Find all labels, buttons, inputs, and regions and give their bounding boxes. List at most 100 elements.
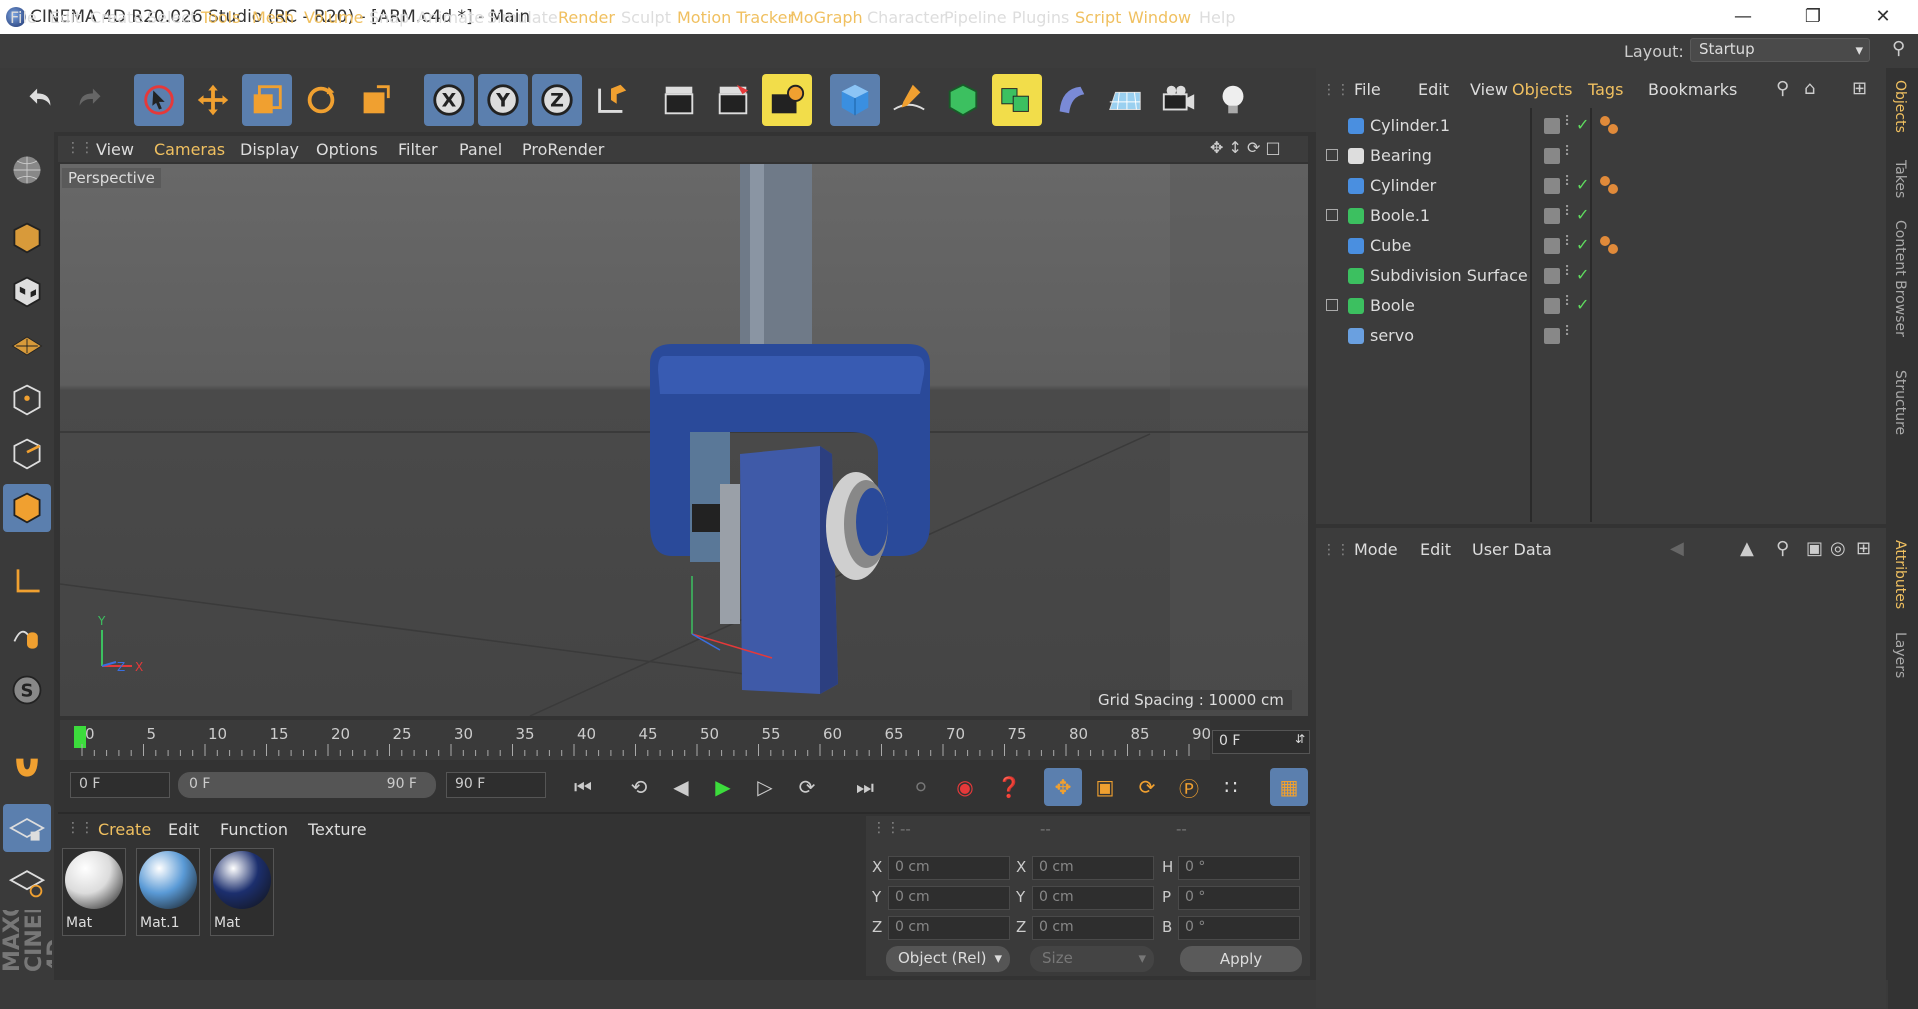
lock-workplane-button[interactable]	[3, 804, 51, 852]
enabled-check-icon[interactable]: ✓	[1576, 175, 1589, 194]
previous-frame-button[interactable]: ◀	[662, 768, 700, 806]
texture-mode-button[interactable]	[3, 268, 51, 316]
next-key-button[interactable]: ⟳	[788, 768, 826, 806]
material-swatch[interactable]: Mat	[210, 848, 274, 936]
floor-button[interactable]	[1100, 74, 1150, 126]
viewport-menu-display[interactable]: Display	[240, 140, 299, 159]
attr-search-icon[interactable]: ⚲	[1776, 538, 1789, 559]
layer-flag-icon[interactable]	[1544, 178, 1560, 194]
object-menu-tags[interactable]: Tags	[1588, 80, 1623, 99]
object-menu-view[interactable]: View	[1470, 80, 1508, 99]
enabled-check-icon[interactable]: ✓	[1576, 235, 1589, 254]
cube-primitive-button[interactable]	[830, 74, 880, 126]
layer-flag-icon[interactable]	[1544, 118, 1560, 134]
material-menu-create[interactable]: Create	[98, 820, 151, 839]
scale-tool-button[interactable]	[242, 74, 292, 126]
lock-icon[interactable]: ▣	[1806, 538, 1823, 559]
edges-mode-button[interactable]	[3, 430, 51, 478]
layer-flag-icon[interactable]	[1544, 148, 1560, 164]
polygons-mode-button[interactable]	[3, 484, 51, 532]
coord-value-field[interactable]: 0 cm	[1032, 856, 1154, 880]
right-tab-content-browser[interactable]: Content Browser	[1892, 220, 1908, 337]
expand-plus-icon[interactable]	[1326, 209, 1338, 221]
object-row-boole[interactable]: Boole	[1322, 292, 1534, 320]
enabled-check-icon[interactable]: ✓	[1576, 205, 1589, 224]
coord-value-field[interactable]: 0 cm	[888, 916, 1010, 940]
planar-workplane-button[interactable]	[3, 858, 51, 906]
snap-button[interactable]	[3, 740, 51, 788]
layer-flag-icon[interactable]	[1544, 328, 1560, 344]
undo-button[interactable]	[14, 74, 64, 126]
visibility-dots-icon[interactable]: ⠇	[1564, 114, 1574, 130]
object-row-servo[interactable]: servo	[1322, 322, 1534, 350]
right-tab-objects[interactable]: Objects	[1892, 80, 1908, 133]
attribute-menu-edit[interactable]: Edit	[1420, 540, 1451, 559]
light-button[interactable]	[1208, 74, 1258, 126]
layer-flag-icon[interactable]	[1544, 238, 1560, 254]
cursor-up-icon[interactable]: ▲	[1740, 538, 1754, 559]
viewport-menu-cameras[interactable]: Cameras	[154, 140, 225, 159]
object-row-bearing[interactable]: Bearing	[1322, 142, 1534, 170]
enabled-check-icon[interactable]: ✓	[1576, 295, 1589, 314]
visibility-dots-icon[interactable]: ⠇	[1564, 294, 1574, 310]
visibility-dots-icon[interactable]: ⠇	[1564, 144, 1574, 160]
make-editable-button[interactable]	[3, 146, 51, 194]
apply-button[interactable]: Apply	[1180, 946, 1302, 972]
object-row-cube[interactable]: Cube	[1322, 232, 1534, 260]
camera-button[interactable]	[1154, 74, 1204, 126]
visibility-dots-icon[interactable]: ⠇	[1564, 204, 1574, 220]
viewport-menu-filter[interactable]: Filter	[398, 140, 438, 159]
subdivision-surface-button[interactable]	[938, 74, 988, 126]
z-axis-lock-button[interactable]: Z	[532, 74, 582, 126]
material-tag-icon[interactable]	[1608, 244, 1618, 254]
menu-pipeline[interactable]: Pipeline	[944, 8, 1007, 27]
right-tab-takes[interactable]: Takes	[1892, 160, 1908, 198]
visibility-dots-icon[interactable]: ⠇	[1564, 324, 1574, 340]
timeline-ruler[interactable]	[60, 720, 1210, 760]
viewport-menu-view[interactable]: View	[96, 140, 134, 159]
coord-value-field[interactable]: 0 °	[1178, 856, 1300, 880]
end-frame-field[interactable]: 90 F	[446, 772, 546, 798]
search-icon[interactable]: ⚲	[1892, 38, 1905, 59]
go-to-end-button[interactable]: ⏭	[846, 768, 884, 806]
points-mode-button[interactable]	[3, 376, 51, 424]
model-mode-button[interactable]	[3, 214, 51, 262]
render-picture-viewer-button[interactable]	[708, 74, 758, 126]
coordinate-system-button[interactable]	[586, 74, 636, 126]
close-button[interactable]: ✕	[1860, 0, 1906, 34]
viewport-nav-icons[interactable]: ✥ ↕ ⟳ □	[1210, 138, 1281, 157]
expand-plus-icon[interactable]	[1326, 299, 1338, 311]
menu-mograph[interactable]: MoGraph	[790, 8, 863, 27]
array-generator-button[interactable]	[992, 74, 1042, 126]
next-frame-button[interactable]: ▷	[746, 768, 784, 806]
keyframe-selection-button[interactable]: ❓	[990, 768, 1028, 806]
material-swatch[interactable]: Mat.1	[136, 848, 200, 936]
enabled-check-icon[interactable]: ✓	[1576, 265, 1589, 284]
coordinate-mode-dropdown[interactable]: Object (Rel) ▾	[886, 946, 1010, 972]
layer-flag-icon[interactable]	[1544, 208, 1560, 224]
move-tool-button[interactable]	[188, 74, 238, 126]
back-icon[interactable]: ◀	[1670, 538, 1684, 559]
layer-flag-icon[interactable]	[1544, 268, 1560, 284]
expand-plus-icon[interactable]	[1326, 149, 1338, 161]
object-menu-edit[interactable]: Edit	[1418, 80, 1449, 99]
new-attr-window-icon[interactable]: ⊞	[1856, 538, 1871, 559]
viewport-menu-panel[interactable]: Panel	[459, 140, 502, 159]
current-frame-field[interactable]: 0 F ⇵	[1212, 730, 1310, 754]
object-row-boole-1[interactable]: Boole.1	[1322, 202, 1534, 230]
y-axis-lock-button[interactable]: Y	[478, 74, 528, 126]
menu-select[interactable]: Select	[147, 8, 196, 27]
object-search-icon[interactable]: ⚲	[1776, 78, 1789, 99]
visibility-dots-icon[interactable]: ⠇	[1564, 264, 1574, 280]
record-rotation-button[interactable]: ⟳	[1128, 768, 1166, 806]
previous-key-button[interactable]: ⟲	[620, 768, 658, 806]
tweak-mode-button[interactable]	[3, 612, 51, 660]
material-menu-function[interactable]: Function	[220, 820, 288, 839]
coord-value-field[interactable]: 0 °	[1178, 886, 1300, 910]
select-tool-button[interactable]	[134, 74, 184, 126]
menu-edit[interactable]: Edit	[50, 8, 81, 27]
autokeying-button[interactable]: ◉	[946, 768, 984, 806]
home-icon[interactable]: ⌂	[1804, 78, 1815, 99]
restore-button[interactable]: ❐	[1790, 0, 1836, 34]
visibility-dots-icon[interactable]: ⠇	[1564, 234, 1574, 250]
